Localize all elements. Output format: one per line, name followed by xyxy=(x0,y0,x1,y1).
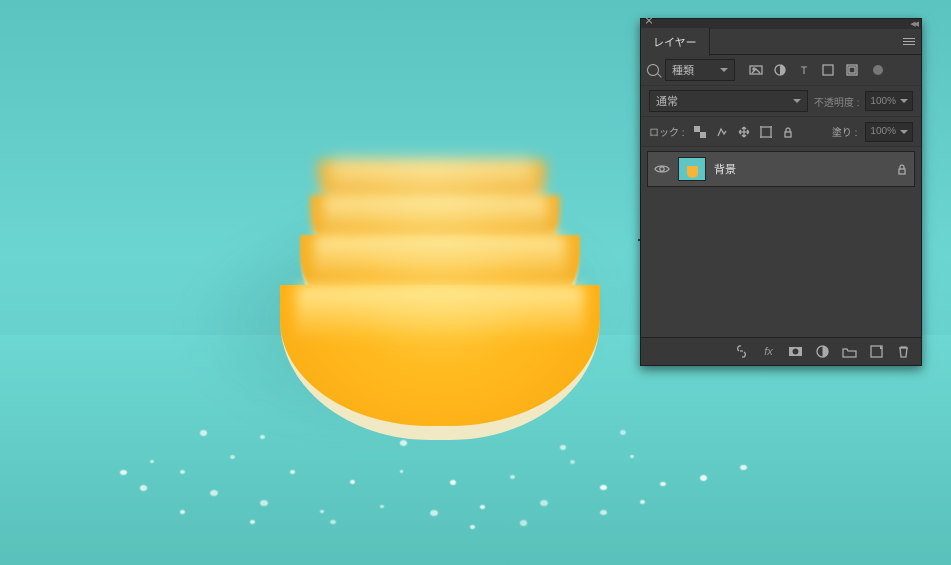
adjustment-layer-icon[interactable] xyxy=(815,344,830,359)
chevron-down-icon xyxy=(900,99,908,103)
lock-icon[interactable] xyxy=(896,163,908,175)
lock-position-icon[interactable] xyxy=(737,125,751,139)
layers-list: 背景 xyxy=(641,147,921,337)
layer-name[interactable]: 背景 xyxy=(714,161,736,177)
chevron-down-icon xyxy=(793,99,801,103)
filter-label: 種類 xyxy=(672,62,694,78)
filter-icons-group: T xyxy=(749,63,859,77)
canvas-viewport[interactable]: ◀◀ レイヤー 種類 T 通常 xyxy=(0,0,951,565)
layer-thumbnail[interactable] xyxy=(678,157,706,181)
search-icon xyxy=(647,64,659,76)
type-layer-filter-icon[interactable]: T xyxy=(797,63,811,77)
blend-mode-value: 通常 xyxy=(656,93,678,109)
delete-layer-icon[interactable] xyxy=(896,344,911,359)
fill-label: 塗り : xyxy=(832,124,858,139)
adjustment-layer-filter-icon[interactable] xyxy=(773,63,787,77)
fill-field[interactable]: 100% xyxy=(865,122,913,142)
opacity-value: 100% xyxy=(870,96,896,107)
visibility-toggle-icon[interactable] xyxy=(654,161,670,177)
layer-row-background[interactable]: 背景 xyxy=(647,151,915,187)
pixel-layer-filter-icon[interactable] xyxy=(749,63,763,77)
layers-panel: ◀◀ レイヤー 種類 T 通常 xyxy=(640,18,922,366)
lock-transparent-icon[interactable] xyxy=(693,125,707,139)
fill-value: 100% xyxy=(870,126,896,137)
shape-layer-filter-icon[interactable] xyxy=(821,63,835,77)
layer-effects-icon[interactable]: fx xyxy=(761,344,776,359)
lock-all-icon[interactable] xyxy=(781,125,795,139)
blend-mode-dropdown[interactable]: 通常 xyxy=(649,90,808,112)
opacity-field[interactable]: 100% xyxy=(865,91,913,111)
link-layers-icon[interactable] xyxy=(734,344,749,359)
lock-artboard-icon[interactable] xyxy=(759,125,773,139)
lock-image-icon[interactable] xyxy=(715,125,729,139)
layer-mask-icon[interactable] xyxy=(788,344,803,359)
filter-toggle[interactable] xyxy=(873,65,883,75)
layers-tab[interactable]: レイヤー xyxy=(641,28,710,56)
chevron-down-icon xyxy=(720,68,728,72)
lock-label: ロック : xyxy=(649,124,685,139)
layer-kind-filter[interactable]: 種類 xyxy=(665,59,735,81)
svg-text:T: T xyxy=(801,65,808,77)
panel-menu-icon[interactable] xyxy=(897,29,921,55)
smart-object-filter-icon[interactable] xyxy=(845,63,859,77)
collapse-icon[interactable]: ◀◀ xyxy=(910,20,917,28)
group-icon[interactable] xyxy=(842,344,857,359)
close-icon[interactable] xyxy=(645,20,653,28)
opacity-label: 不透明度 : xyxy=(814,94,860,109)
chevron-down-icon xyxy=(900,130,908,134)
new-layer-icon[interactable] xyxy=(869,344,884,359)
